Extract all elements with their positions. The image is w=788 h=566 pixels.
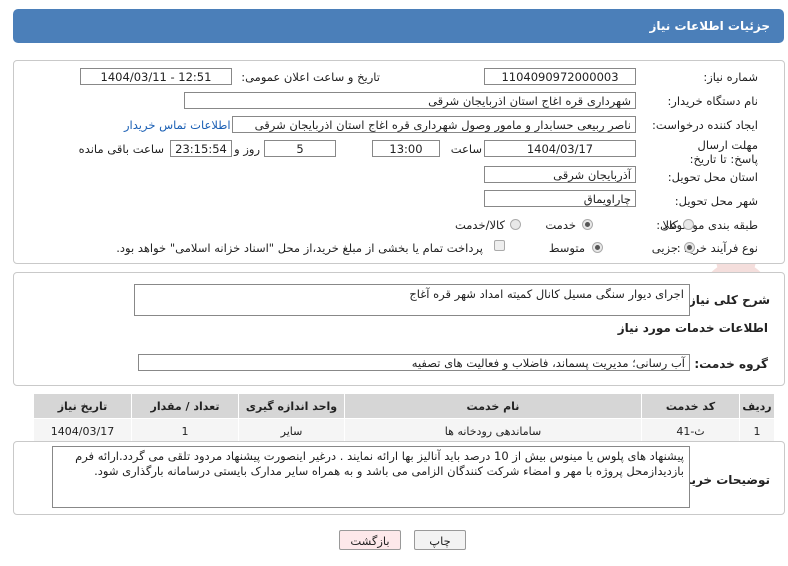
province-field: آذربایجان شرقی	[484, 166, 636, 183]
deadline-label-text: مهلت ارسال پاسخ: تا تاریخ:	[689, 138, 758, 166]
print-button[interactable]: چاپ	[414, 530, 466, 550]
category-option-service: خدمت	[545, 218, 576, 232]
process-radio-minor[interactable]	[684, 242, 695, 253]
services-table: ردیف کد خدمت نام خدمت واحد اندازه گیری ت…	[33, 393, 775, 444]
cell-row: 1	[739, 418, 775, 444]
page-title: جزئیات اطلاعات نیاز	[649, 19, 770, 33]
city-field: چاراویماق	[484, 190, 636, 207]
buyer-org-label: نام دستگاه خریدار:	[667, 94, 758, 108]
category-radio-goods[interactable]	[683, 219, 694, 230]
remaining-time-field: 23:15:54	[170, 140, 232, 157]
cell-date: 1404/03/17	[33, 418, 132, 444]
buyer-org-field: شهرداری قره اغاج استان اذربایجان شرقی	[184, 92, 636, 109]
province-label: استان محل تحویل:	[667, 170, 758, 184]
col-date: تاریخ نیاز	[33, 393, 132, 419]
announce-label: تاریخ و ساعت اعلان عمومی:	[241, 70, 380, 84]
payment-checkbox[interactable]	[494, 240, 505, 251]
cell-qty: 1	[131, 418, 239, 444]
process-option-minor: جزیی	[651, 241, 678, 255]
service-group-field: آب رسانی؛ مدیریت پسماند، فاضلاب و فعالیت…	[138, 354, 690, 371]
col-row: ردیف	[739, 393, 775, 419]
page-header: جزئیات اطلاعات نیاز	[13, 9, 784, 43]
summary-field: اجرای دیوار سنگی مسیل کانال کمیته امداد …	[134, 284, 690, 316]
col-name: نام خدمت	[344, 393, 642, 419]
days-label: روز و	[234, 142, 260, 156]
remaining-label: ساعت باقی مانده	[78, 142, 164, 156]
cell-name: ساماندهی رودخانه ها	[344, 418, 642, 444]
summary-label: شرح کلی نیاز:	[684, 293, 770, 307]
creator-label: ایجاد کننده درخواست:	[652, 118, 758, 132]
need-info-panel	[13, 60, 785, 264]
category-option-goods: کالا	[662, 218, 678, 232]
category-radio-service[interactable]	[582, 219, 593, 230]
cell-code: ث-41	[641, 418, 740, 444]
category-option-goods-service: کالا/خدمت	[454, 218, 505, 232]
col-unit: واحد اندازه گیری	[238, 393, 345, 419]
city-label: شهر محل تحویل:	[674, 194, 758, 208]
service-group-label: گروه خدمت:	[694, 357, 768, 371]
back-button[interactable]: بازگشت	[339, 530, 401, 550]
category-radio-goods-service[interactable]	[510, 219, 521, 230]
services-section-title: اطلاعات خدمات مورد نیاز	[617, 321, 768, 335]
deadline-date-field: 1404/03/17	[484, 140, 636, 157]
announce-field: 1404/03/11 - 12:51	[80, 68, 232, 85]
col-code: کد خدمت	[641, 393, 740, 419]
cell-unit: سایر	[238, 418, 345, 444]
table-row: 1 ث-41 ساماندهی رودخانه ها سایر 1 1404/0…	[33, 418, 775, 444]
buyer-contact-link[interactable]: اطلاعات تماس خریدار	[124, 118, 231, 132]
buyer-notes-field: پیشنهاد های پلوس یا مینوس بیش از 10 درصد…	[52, 446, 690, 508]
col-qty: تعداد / مقدار	[131, 393, 239, 419]
creator-field: ناصر ربیعی حسابدار و مامور وصول شهرداری …	[232, 116, 636, 133]
payment-note: پرداخت تمام یا بخشی از مبلغ خرید،از محل …	[116, 241, 483, 255]
process-radio-medium[interactable]	[592, 242, 603, 253]
days-field: 5	[264, 140, 336, 157]
process-option-medium: متوسط	[548, 241, 585, 255]
need-number-field: 1104090972000003	[484, 68, 636, 85]
deadline-label: مهلت ارسال پاسخ: تا تاریخ:	[678, 138, 758, 166]
table-header-row: ردیف کد خدمت نام خدمت واحد اندازه گیری ت…	[33, 393, 775, 419]
deadline-time-field: 13:00	[372, 140, 440, 157]
need-number-label: شماره نیاز:	[703, 70, 758, 84]
deadline-time-label: ساعت	[450, 142, 482, 156]
